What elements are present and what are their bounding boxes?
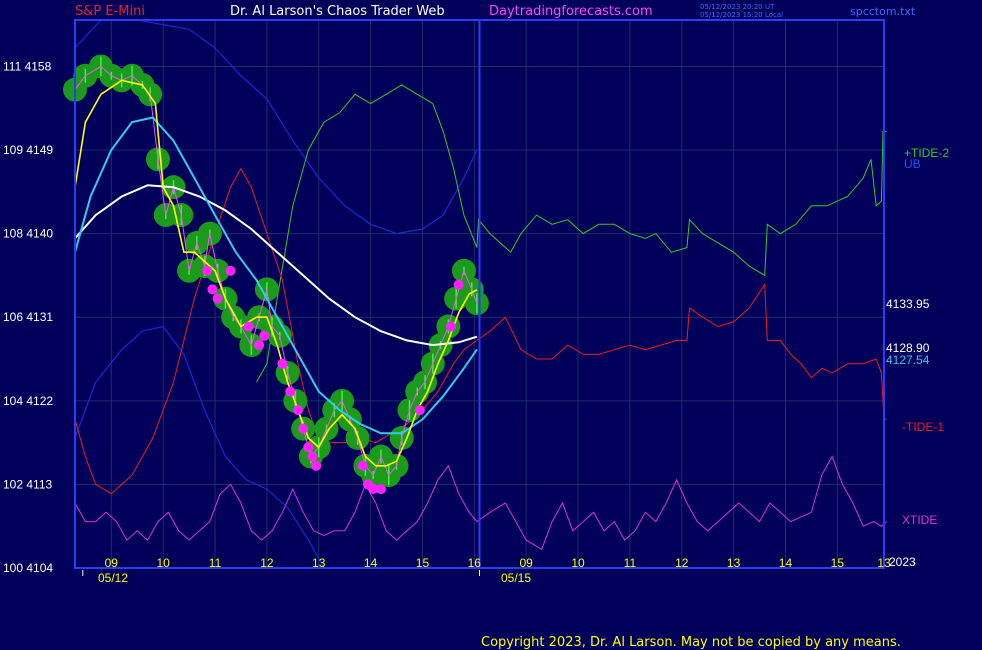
- y-tick-label: 104 4122: [3, 394, 53, 408]
- price-dot: [243, 321, 254, 332]
- price-dot: [212, 293, 223, 304]
- x-tick-label: 09: [519, 556, 533, 570]
- price-dot: [445, 321, 456, 332]
- tide1-line: [74, 167, 887, 495]
- x-tick-label: 14: [779, 556, 793, 570]
- x-tick-label: 13: [727, 556, 741, 570]
- xtide-line: [74, 455, 887, 551]
- price-dot: [357, 460, 368, 471]
- price-dot: [202, 265, 213, 276]
- price-dot: [225, 265, 236, 276]
- date-label: 05/15: [501, 571, 531, 585]
- y-tick-label: 109 4149: [3, 143, 53, 157]
- price-dot: [307, 451, 318, 462]
- price-dot: [285, 386, 296, 397]
- y-tick-label: 106 4131: [3, 310, 53, 324]
- value-label: UB: [904, 157, 921, 171]
- price-dot: [254, 340, 265, 351]
- price-dot: [375, 484, 386, 495]
- y-tick-label: 108 4140: [3, 227, 53, 241]
- value-label: XTIDE: [902, 513, 937, 527]
- price-dot: [311, 460, 322, 471]
- x-tick-label: 15: [831, 556, 845, 570]
- copyright: Copyright 2023, Dr. Al Larson. May not b…: [481, 635, 901, 650]
- x-tick-label: 16: [468, 556, 482, 570]
- y-tick-label: 100 4104: [3, 561, 53, 575]
- value-label: 4127.54: [886, 353, 930, 367]
- upper-band-line: [74, 19, 478, 235]
- price-dot: [303, 442, 314, 453]
- x-tick-label: 11: [209, 556, 222, 570]
- y-tick-label: 111 4158: [3, 59, 52, 73]
- x-tick-label: 10: [156, 556, 170, 570]
- price-dot: [259, 330, 270, 341]
- value-label: -TIDE-1: [902, 420, 944, 434]
- x-tick-label: 15: [416, 556, 430, 570]
- x-tick-label: 09: [105, 556, 119, 570]
- year-label: 2023: [889, 555, 916, 569]
- date-label: 05/12: [98, 571, 128, 585]
- x-tick-label: 12: [675, 556, 689, 570]
- x-tick-label: 11: [624, 556, 637, 570]
- price-dot: [292, 405, 303, 416]
- value-label: 4133.95: [886, 297, 930, 311]
- x-tick-label: 10: [571, 556, 585, 570]
- x-tick-label: 13: [312, 556, 326, 570]
- price-dot: [414, 405, 425, 416]
- price-series: [63, 54, 489, 488]
- x-tick-label: 14: [364, 556, 378, 570]
- x-tick-label: 12: [260, 556, 274, 570]
- axis-labels: 100 4104 102 4113 104 4122 106 4131 108 4140…: [3, 59, 949, 585]
- price-dot: [298, 423, 309, 434]
- price-dot: [277, 358, 288, 369]
- chart-canvas: 100 4104 102 4113 104 4122 106 4131 108 4140…: [3, 19, 949, 585]
- y-tick-label: 102 4113: [3, 477, 52, 491]
- price-dot: [207, 284, 218, 295]
- price-dot: [453, 279, 464, 290]
- chart-frame: [74, 19, 885, 569]
